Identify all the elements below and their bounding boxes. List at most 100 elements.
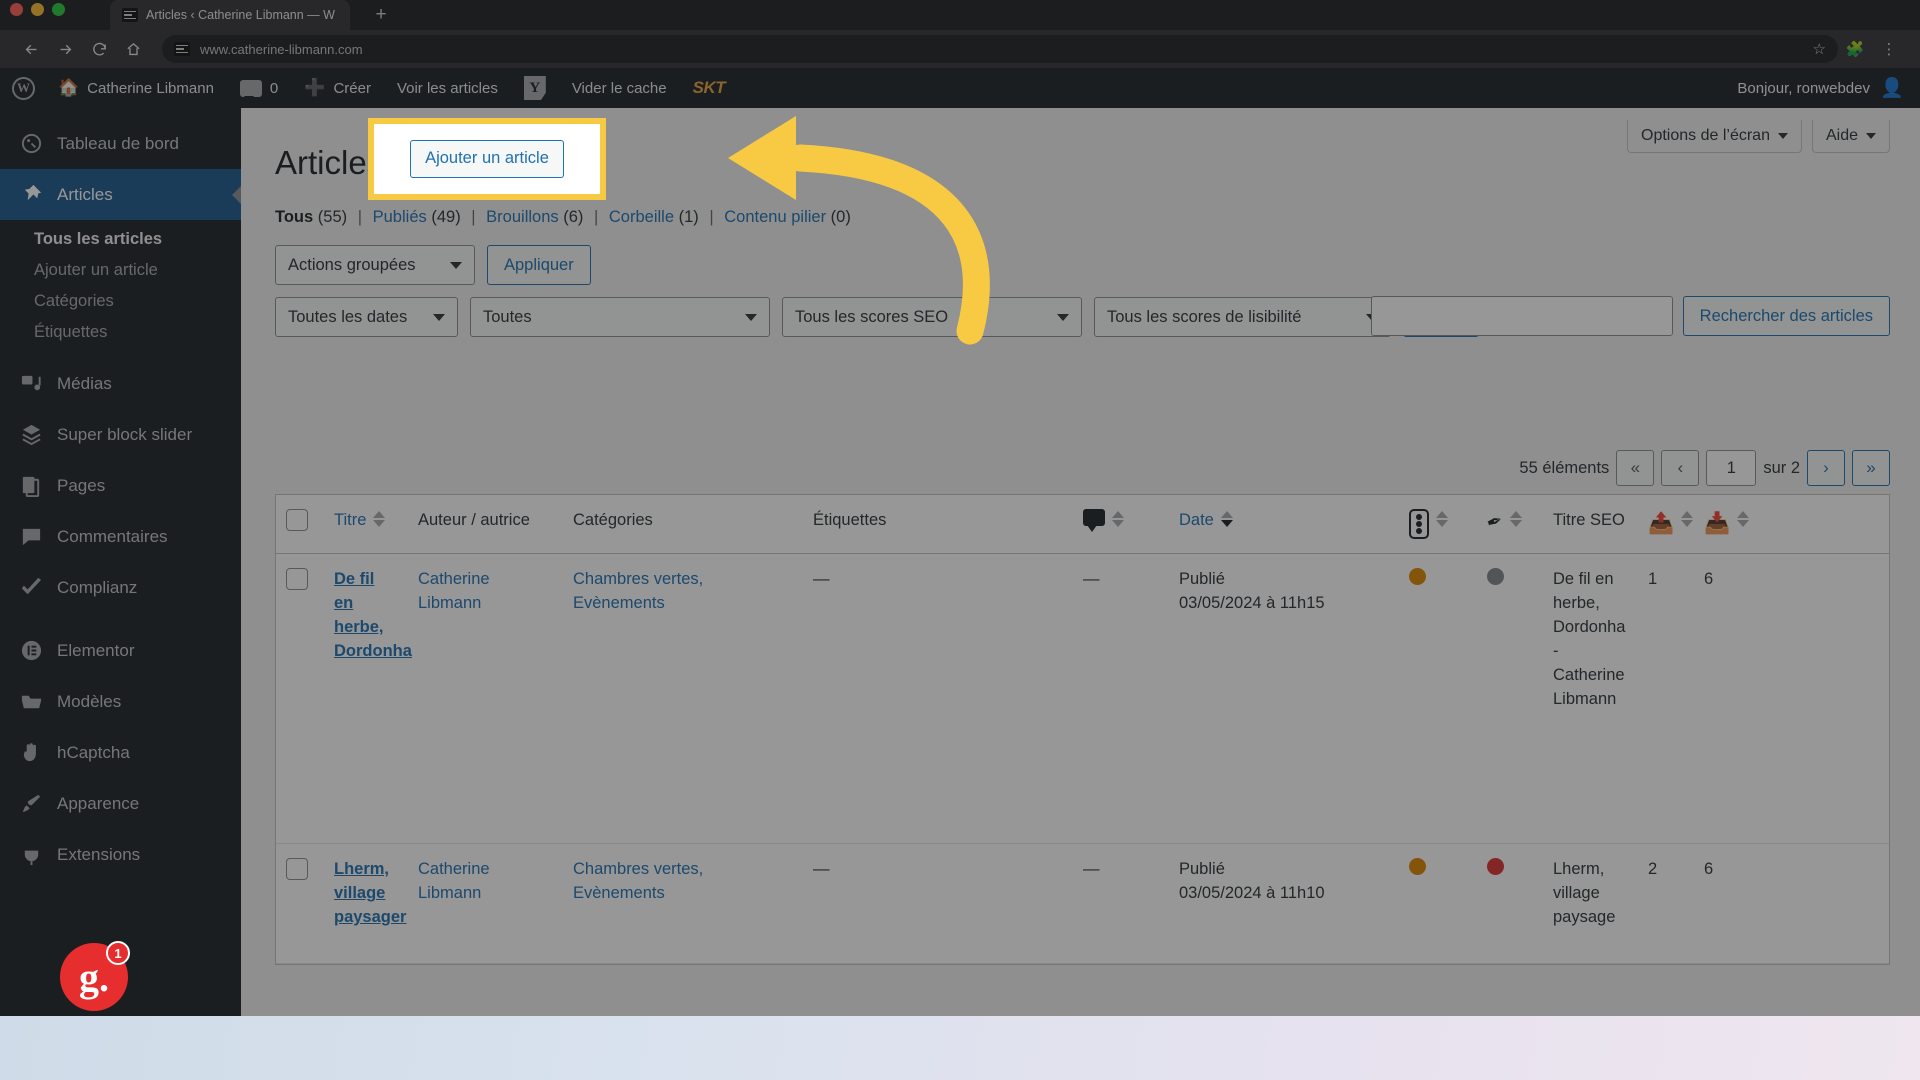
reload-icon[interactable] [82,34,116,64]
sort-icon[interactable] [1220,511,1233,527]
bookmark-star-icon[interactable]: ☆ [1813,40,1826,58]
row-title-link[interactable]: De fil en herbe, Dordonha [334,570,412,660]
window-controls[interactable] [10,3,65,16]
browser-menu-icon[interactable]: ⋮ [1872,34,1906,64]
tab-title: Articles ‹ Catherine Libmann — W [146,8,335,22]
sidebar-item-super-block-slider[interactable]: Super block slider [0,409,241,460]
column-header-tags: Étiquettes [813,511,887,529]
table-header-row: Titre Auteur / autrice Catégories Étique… [276,495,1889,555]
bulk-actions-value: Actions groupées [288,255,416,274]
sort-icon[interactable] [1436,511,1448,527]
row-checkbox[interactable] [286,568,308,591]
view-posts-button[interactable]: Voir les articles [384,68,511,108]
window-minimize-button[interactable] [31,3,44,16]
back-button[interactable] [14,34,48,64]
sidebar-item-pages[interactable]: Pages [0,460,241,511]
submenu-item-categories[interactable]: Catégories [0,286,241,317]
view-link-published[interactable]: Publiés [373,208,427,226]
wp-logo-button[interactable] [0,68,45,108]
sort-icon[interactable] [1737,511,1750,527]
date-filter-select[interactable]: Toutes les dates [275,297,458,337]
column-header-readability[interactable]: ✒ [1477,495,1543,553]
sidebar-item-tableau-de-bord[interactable]: Tableau de bord [0,118,241,169]
help-button[interactable]: Aide [1811,120,1890,153]
sidebar-item-extensions[interactable]: Extensions [0,829,241,880]
sidebar-item-label: hCaptcha [57,742,130,762]
browser-tab[interactable]: Articles ‹ Catherine Libmann — W [110,0,350,30]
column-header-seo-score[interactable] [1399,495,1477,553]
sort-icon[interactable] [373,511,386,527]
row-author-link[interactable]: Catherine Libmann [418,570,490,612]
sidebar-item-complianz[interactable]: Complianz [0,562,241,613]
avatar: 👤 [1880,78,1904,99]
sidebar-item-modeles[interactable]: Modèles [0,676,241,727]
sidebar-item-commentaires[interactable]: Commentaires [0,511,241,562]
row-status-label: Publié [1179,860,1225,879]
bulk-actions-row: Actions groupées Appliquer [275,245,1890,285]
extensions-icon[interactable]: 🧩 [1838,34,1872,64]
comments-count: 0 [269,79,279,97]
forward-button[interactable] [48,34,82,64]
highlighted-add-article-button[interactable]: Ajouter un article [410,140,564,178]
notification-badge-g[interactable]: g. 1 [60,941,130,1011]
view-count-drafts: (6) [563,208,584,226]
wordpress-logo-icon [12,76,35,100]
sidebar-item-articles[interactable]: Articles [0,169,241,220]
window-close-button[interactable] [10,3,23,16]
column-header-date-link[interactable]: Date [1179,509,1214,533]
apply-button[interactable]: Appliquer [487,245,591,285]
last-page-button[interactable]: » [1852,450,1890,486]
select-all-checkbox[interactable] [286,509,308,531]
view-link-all[interactable]: Tous [275,208,313,226]
comments-bubble-button[interactable]: 0 [227,68,291,108]
column-header-title[interactable]: Titre [324,495,408,553]
search-input[interactable] [1370,296,1673,336]
submenu-item-ajouter-un-article[interactable]: Ajouter un article [0,255,241,286]
row-tags-cell: — [813,860,830,879]
readability-filter-select[interactable]: Tous les scores de lisibilité [1094,297,1391,337]
submenu-item-etiquettes[interactable]: Étiquettes [0,317,241,348]
sort-icon[interactable] [1509,511,1522,527]
row-img1-cell: 2 [1648,860,1658,879]
sort-icon[interactable] [1681,511,1694,527]
row-categories-link[interactable]: Chambres vertes, Evènements [573,570,703,612]
new-content-button[interactable]: ➕ Créer [291,68,384,108]
submenu-item-tous-les-articles[interactable]: Tous les articles [0,224,241,255]
search-button[interactable]: Rechercher des articles [1682,296,1890,336]
row-checkbox[interactable] [286,858,308,881]
view-link-drafts[interactable]: Brouillons [486,208,558,226]
table-row[interactable]: Lherm, village paysager Catherine Libman… [276,844,1889,965]
window-maximize-button[interactable] [52,3,65,16]
sidebar-item-apparence[interactable]: Apparence [0,778,241,829]
sidebar-item-elementor[interactable]: Elementor [0,625,241,676]
sidebar-item-hcaptcha[interactable]: hCaptcha [0,727,241,778]
column-header-img2[interactable]: 📥 [1694,495,1750,553]
row-title-cell: De fil en herbe, Dordonha [324,554,412,843]
column-header-comments[interactable] [1073,495,1169,553]
chevron-down-icon [433,313,445,321]
row-categories-link[interactable]: Chambres vertes, Evènements [573,860,703,902]
sort-icon[interactable] [1112,511,1124,527]
screen-options-button[interactable]: Options de l’écran [1627,120,1802,153]
row-checkbox-cell [276,844,324,963]
table-row[interactable]: De fil en herbe, Dordonha Catherine Libm… [276,554,1889,845]
current-page-input[interactable]: 1 [1706,450,1757,486]
next-page-button[interactable]: › [1807,450,1845,486]
highlight-box: Ajouter un article [368,118,606,200]
home-icon[interactable] [116,34,150,64]
account-area[interactable]: Bonjour, ronwebdev 👤 [1737,76,1920,100]
sidebar-item-medias[interactable]: Médias [0,358,241,409]
bulk-actions-select[interactable]: Actions groupées [275,245,475,285]
column-header-date[interactable]: Date [1169,495,1399,553]
site-name-button[interactable]: 🏠 Catherine Libmann [45,68,227,108]
row-author-link[interactable]: Catherine Libmann [418,860,490,902]
yoast-seo-button[interactable]: Y [511,68,559,108]
first-page-button[interactable]: « [1616,450,1655,486]
address-bar[interactable]: www.catherine-libmann.com ☆ [162,35,1838,63]
new-tab-button[interactable]: + [368,4,394,26]
column-header-title-link[interactable]: Titre [334,509,366,533]
prev-page-button[interactable]: ‹ [1661,450,1700,486]
column-header-img1[interactable]: 📤 [1638,495,1694,553]
search-area: Rechercher des articles [1370,296,1890,336]
row-title-link[interactable]: Lherm, village paysager [334,860,406,926]
